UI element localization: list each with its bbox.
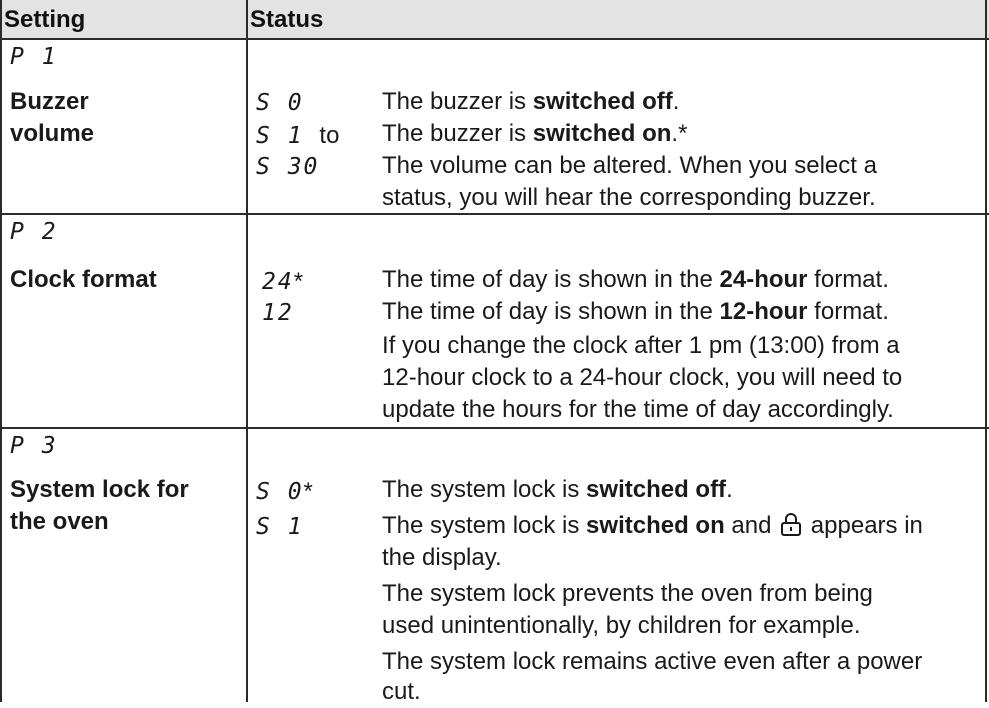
text-run: The system lock is bbox=[382, 476, 587, 503]
settings-table: Setting Status P 1 Buzzer volume S 0 The… bbox=[0, 0, 989, 705]
status-text: update the hours for the time of day acc… bbox=[382, 396, 894, 423]
text-bold: 12-hour bbox=[719, 298, 808, 325]
status-text: The time of day is shown in the 12-hour … bbox=[382, 296, 889, 328]
text-run: The system lock is bbox=[382, 512, 587, 539]
text-bold: switched off bbox=[586, 476, 727, 503]
text-bold: switched on bbox=[586, 512, 725, 539]
code-value: S 0 bbox=[256, 479, 304, 505]
status-text: The system lock prevents the oven from b… bbox=[382, 580, 873, 607]
code-suffix: * bbox=[303, 478, 313, 505]
text-run: appears in bbox=[810, 512, 923, 539]
parameter-code-p1: P 1 bbox=[10, 44, 58, 70]
text-run: The time of day is shown in the bbox=[382, 266, 720, 293]
col-divider-mid bbox=[246, 0, 248, 702]
status-code-s0: S 0 bbox=[256, 90, 304, 116]
text-run: .* bbox=[671, 120, 688, 147]
col-divider-right bbox=[985, 0, 987, 702]
table-header bbox=[0, 0, 989, 38]
padlock-icon bbox=[780, 512, 802, 545]
status-text: The system lock remains active even afte… bbox=[382, 648, 923, 675]
setting-name-buzzer-1: Buzzer bbox=[10, 88, 89, 115]
status-code-s1: S 1 bbox=[256, 514, 304, 540]
status-code-s30: S 30 bbox=[256, 154, 320, 180]
status-text: The buzzer is switched on.* bbox=[382, 118, 687, 150]
status-text: The system lock is switched off. bbox=[382, 474, 733, 506]
text-run: and bbox=[724, 512, 772, 539]
code-suffix: * bbox=[293, 268, 304, 295]
setting-name-lock-1: System lock for bbox=[10, 476, 189, 503]
status-code-s0: S 0* bbox=[256, 478, 313, 506]
setting-name-lock-2: the oven bbox=[10, 508, 109, 535]
status-code-12: 12 bbox=[262, 300, 294, 326]
header-rule bbox=[0, 38, 989, 40]
header-status: Status bbox=[250, 6, 324, 33]
status-text: The time of day is shown in the 24-hour … bbox=[382, 264, 889, 296]
status-text: The volume can be altered. When you sele… bbox=[382, 152, 877, 179]
status-text: 12-hour clock to a 24-hour clock, you wi… bbox=[382, 364, 903, 391]
setting-name-clock: Clock format bbox=[10, 266, 157, 293]
status-code-24: 24* bbox=[262, 268, 303, 296]
status-text: The system lock is switched on and appea… bbox=[382, 510, 923, 545]
status-text: cut. bbox=[382, 678, 421, 705]
text-run: format. bbox=[807, 266, 889, 293]
text-bold: switched on bbox=[532, 120, 672, 147]
status-code-s1: S 1 to bbox=[256, 122, 339, 150]
text-run: The time of day is shown in the bbox=[382, 298, 720, 325]
text-run: The buzzer is bbox=[382, 120, 533, 147]
text-run: format. bbox=[807, 298, 889, 325]
parameter-code-p2: P 2 bbox=[10, 219, 58, 245]
status-text: the display. bbox=[382, 544, 502, 571]
code-value: 24 bbox=[262, 269, 294, 295]
status-text: If you change the clock after 1 pm (13:0… bbox=[382, 332, 900, 359]
status-text: status, you will hear the corresponding … bbox=[382, 184, 876, 211]
parameter-code-p3: P 3 bbox=[10, 433, 58, 459]
status-text: The buzzer is switched off. bbox=[382, 86, 679, 118]
col-divider-left bbox=[0, 0, 2, 702]
text-bold: switched off bbox=[532, 88, 673, 115]
code-value: S 1 bbox=[256, 123, 304, 149]
text-bold: 24-hour bbox=[719, 266, 808, 293]
text-run: . bbox=[726, 476, 733, 503]
code-suffix: to bbox=[319, 122, 340, 149]
text-run: . bbox=[672, 88, 680, 115]
text-run: The buzzer is bbox=[382, 88, 533, 115]
header-setting: Setting bbox=[4, 6, 86, 33]
status-text: used unintentionally, by children for ex… bbox=[382, 612, 861, 639]
row-rule-p2 bbox=[0, 427, 989, 429]
setting-name-buzzer-2: volume bbox=[10, 120, 95, 147]
